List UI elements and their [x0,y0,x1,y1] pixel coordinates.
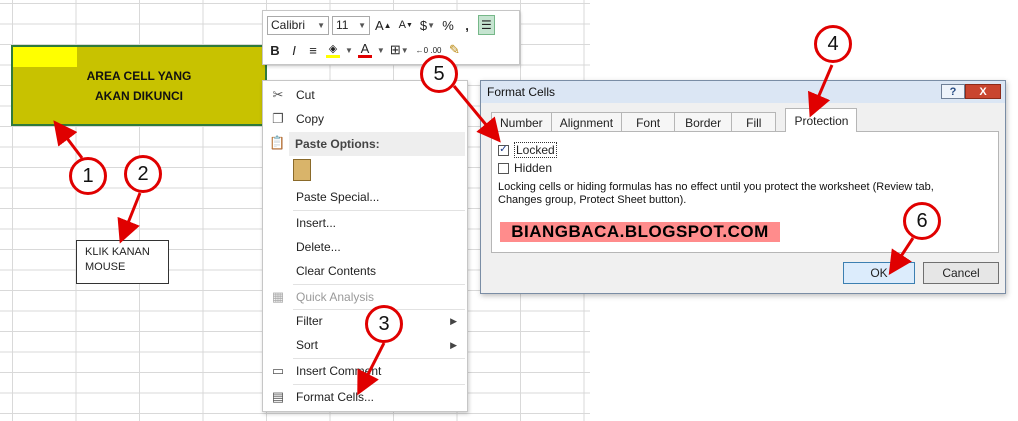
format-painter-icon: ✎ [449,42,460,57]
note-line2: MOUSE [85,261,126,273]
hidden-checkbox[interactable]: Hidden [498,161,552,175]
checkbox-empty-icon [498,162,509,174]
dialog-title: Format Cells [487,85,556,99]
percent-button[interactable]: % [440,15,456,35]
dialog-tabs: Number Alignment Font Border Fill Protec… [491,108,858,132]
font-size-value: 11 [336,18,349,32]
area-cell-line2: AKAN DIKUNCI [95,88,183,103]
mini-toolbar: Calibri ▼ 11 ▼ A ▲ A ▼ $ ▼ % , ☰ B I ≡ ◈… [262,10,520,65]
italic-icon: I [292,42,296,58]
menu-item-clear-contents[interactable]: Clear Contents [263,259,467,283]
note-line1: KLIK KANAN [85,246,150,258]
decimal-icon: ←0 .00 [415,45,442,55]
cell-highlight [13,47,77,67]
menu-item-insert[interactable]: Insert... [263,211,467,235]
font-name-select[interactable]: Calibri ▼ [267,15,329,35]
grow-font-icon: A [375,17,384,33]
font-color-button[interactable]: A [356,40,374,60]
comment-icon: ▭ [271,363,285,378]
chevron-right-icon: ▶ [450,339,457,350]
dialog-title-bar[interactable]: Format Cells ? X [481,81,1005,103]
wrap-format-button[interactable]: ☰ [478,15,495,35]
tab-number[interactable]: Number [491,112,552,132]
instruction-note: KLIK KANAN MOUSE [76,240,169,284]
table-format-icon: ☰ [481,18,492,32]
chevron-down-icon[interactable]: ▼ [377,46,385,55]
font-size-select[interactable]: 11 ▼ [332,15,370,35]
selected-cell-range[interactable]: AREA CELL YANG AKAN DIKUNCI [11,45,267,126]
menu-item-format-cells[interactable]: ▤ Format Cells... [263,385,467,409]
chevron-down-icon: ▼ [358,20,366,30]
step-marker-1: 1 [69,157,107,195]
bold-icon: B [270,42,280,58]
shrink-font-button[interactable]: A ▼ [397,15,415,35]
tab-font[interactable]: Font [621,112,676,132]
bold-button[interactable]: B [267,40,283,60]
menu-item-sort[interactable]: Sort ▶ [263,333,467,357]
borders-button[interactable]: ⊞ ▼ [388,40,411,60]
format-cells-icon: ▤ [271,389,285,404]
italic-button[interactable]: I [286,40,302,60]
menu-item-delete[interactable]: Delete... [263,235,467,259]
tab-alignment[interactable]: Alignment [550,112,623,132]
font-name-value: Calibri [271,18,306,32]
tab-border[interactable]: Border [674,112,733,132]
paste-option-button[interactable] [293,159,315,185]
step-marker-3: 3 [365,305,403,343]
clipboard-icon: 📋 [269,135,286,150]
ok-button[interactable]: OK [843,262,915,284]
watermark: BIANGBACA.BLOGSPOT.COM [500,222,780,242]
step-marker-4: 4 [814,25,852,63]
chevron-down-icon[interactable]: ▼ [345,46,353,55]
currency-icon: $ [419,17,428,33]
quick-analysis-icon: ▦ [271,289,285,304]
menu-item-insert-comment[interactable]: ▭ Insert Comment [263,359,467,383]
help-icon: ? [949,85,957,98]
paste-options-header: Paste Options: [289,132,465,156]
format-cells-dialog: Format Cells ? X Number Alignment Font B… [480,80,1006,294]
menu-item-paste-special[interactable]: Paste Special... [263,185,467,209]
shrink-font-icon: A [398,19,406,31]
cancel-button[interactable]: Cancel [923,262,999,284]
align-center-icon: ≡ [309,42,317,58]
chevron-right-icon: ▶ [450,315,457,326]
step-marker-6: 6 [903,202,941,240]
fill-color-button[interactable]: ◈ [324,40,342,60]
paint-bucket-icon: ◈ [328,42,338,55]
help-button[interactable]: ? [941,84,965,99]
close-button[interactable]: X [965,84,1001,99]
grow-font-button[interactable]: A ▲ [373,15,394,35]
currency-button[interactable]: $ ▼ [418,15,437,35]
comma-style-button[interactable]: , [459,15,475,35]
comma-icon: , [465,17,469,33]
locked-checkbox[interactable]: ✓ Locked [498,142,557,158]
step-marker-2: 2 [124,155,162,193]
font-color-icon: A [360,40,370,56]
area-cell-line1: AREA CELL YANG [86,68,192,83]
menu-item-copy[interactable]: ❐ Copy [263,107,467,131]
check-icon: ✓ [498,144,509,156]
context-menu: ✂ Cut ❐ Copy Paste Options: 📋 Paste Spec… [262,80,468,412]
scissors-icon: ✂ [272,87,284,102]
close-icon: X [979,85,987,98]
percent-icon: % [442,17,454,33]
borders-icon: ⊞ [389,42,401,57]
paste-icon [293,159,311,181]
step-marker-5: 5 [420,55,458,93]
align-center-button[interactable]: ≡ [305,40,321,60]
chevron-down-icon: ▼ [317,20,325,30]
tab-protection[interactable]: Protection [785,108,858,132]
menu-item-quick-analysis[interactable]: ▦ Quick Analysis [263,285,467,309]
copy-icon: ❐ [272,111,284,126]
tab-fill[interactable]: Fill [731,112,777,132]
